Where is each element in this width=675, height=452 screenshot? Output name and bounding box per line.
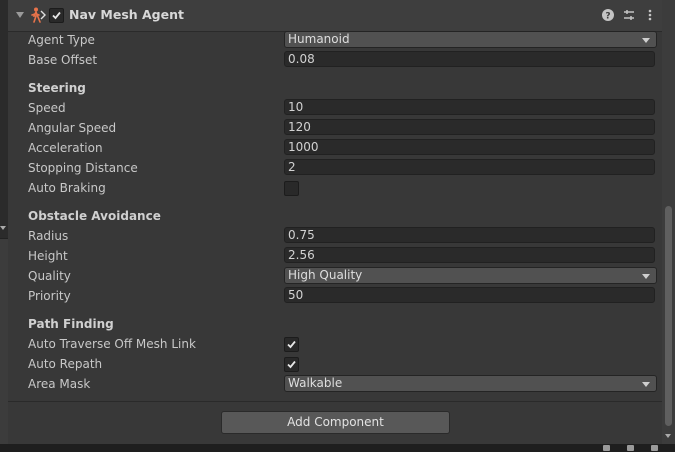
help-icon[interactable]: ? (601, 8, 615, 22)
component-header[interactable]: Nav Mesh Agent ? (8, 0, 662, 32)
component-title: Nav Mesh Agent (69, 7, 184, 22)
height-row: Height 2.56 (8, 246, 662, 266)
quality-label: Quality (28, 269, 71, 283)
chevron-down-icon[interactable] (16, 12, 24, 18)
radius-label: Radius (28, 229, 69, 243)
speed-label: Speed (28, 101, 66, 115)
auto-braking-label: Auto Braking (28, 181, 106, 195)
status-icon[interactable] (651, 445, 658, 451)
auto-repath-label: Auto Repath (28, 357, 103, 371)
area-mask-row: Area Mask Walkable (8, 374, 662, 394)
agent-type-value: Humanoid (288, 32, 350, 46)
auto-braking-checkbox[interactable] (284, 181, 299, 196)
angular-speed-field[interactable]: 120 (284, 119, 655, 135)
quality-value: High Quality (288, 268, 363, 282)
base-offset-field[interactable]: 0.08 (284, 51, 655, 67)
chevron-down-icon (642, 38, 650, 43)
area-mask-value: Walkable (288, 376, 343, 390)
hierarchy-edge (0, 0, 8, 452)
angular-speed-row: Angular Speed 120 (8, 118, 662, 138)
scrollbar-thumb[interactable] (665, 206, 672, 426)
priority-field[interactable]: 50 (284, 287, 655, 303)
agent-type-label: Agent Type (28, 33, 95, 47)
component-enabled-checkbox[interactable] (49, 8, 64, 23)
speed-row: Speed 10 (8, 98, 662, 118)
radius-row: Radius 0.75 (8, 226, 662, 246)
presets-icon[interactable] (622, 8, 636, 22)
svg-text:?: ? (605, 12, 610, 22)
chevron-down-icon (642, 274, 650, 279)
add-component-button[interactable]: Add Component (221, 411, 450, 434)
height-label: Height (28, 249, 68, 263)
status-bar (0, 444, 675, 452)
context-menu-icon[interactable] (643, 8, 657, 22)
status-icon[interactable] (603, 445, 610, 451)
base-offset-label: Base Offset (28, 53, 98, 67)
stopping-distance-label: Stopping Distance (28, 161, 138, 175)
chevron-down-icon (642, 382, 650, 387)
inspector-footer: Add Component (8, 401, 662, 445)
quality-dropdown[interactable]: High Quality (284, 267, 657, 284)
collapse-arrow-icon[interactable] (0, 226, 6, 230)
area-mask-label: Area Mask (28, 377, 91, 391)
priority-label: Priority (28, 289, 71, 303)
path-finding-heading: Path Finding (28, 317, 114, 331)
acceleration-row: Acceleration 1000 (8, 138, 662, 158)
status-icon[interactable] (627, 445, 634, 451)
angular-speed-label: Angular Speed (28, 121, 117, 135)
speed-field[interactable]: 10 (284, 99, 655, 115)
nav-mesh-agent-component: Nav Mesh Agent ? Agent Type Humanoid Bas… (8, 0, 662, 401)
agent-type-dropdown[interactable]: Humanoid (284, 31, 657, 48)
auto-traverse-checkbox[interactable] (284, 337, 299, 352)
area-mask-dropdown[interactable]: Walkable (284, 375, 657, 392)
nav-mesh-agent-icon (31, 7, 46, 23)
obstacle-avoidance-heading: Obstacle Avoidance (28, 209, 161, 223)
agent-type-row: Agent Type Humanoid (8, 30, 662, 50)
vertical-scrollbar[interactable] (662, 0, 675, 444)
base-offset-row: Base Offset 0.08 (8, 50, 662, 70)
priority-row: Priority 50 (8, 286, 662, 306)
auto-traverse-row: Auto Traverse Off Mesh Link (8, 334, 662, 354)
auto-traverse-label: Auto Traverse Off Mesh Link (28, 337, 196, 351)
side-panel-strip (0, 238, 8, 445)
quality-row: Quality High Quality (8, 266, 662, 286)
auto-braking-row: Auto Braking (8, 178, 662, 198)
acceleration-field[interactable]: 1000 (284, 139, 655, 155)
steering-heading: Steering (28, 81, 86, 95)
radius-field[interactable]: 0.75 (284, 227, 655, 243)
height-field[interactable]: 2.56 (284, 247, 655, 263)
stopping-distance-field[interactable]: 2 (284, 159, 655, 175)
stopping-distance-row: Stopping Distance 2 (8, 158, 662, 178)
auto-repath-row: Auto Repath (8, 354, 662, 374)
scroll-down-icon[interactable] (665, 434, 671, 438)
auto-repath-checkbox[interactable] (284, 357, 299, 372)
acceleration-label: Acceleration (28, 141, 103, 155)
